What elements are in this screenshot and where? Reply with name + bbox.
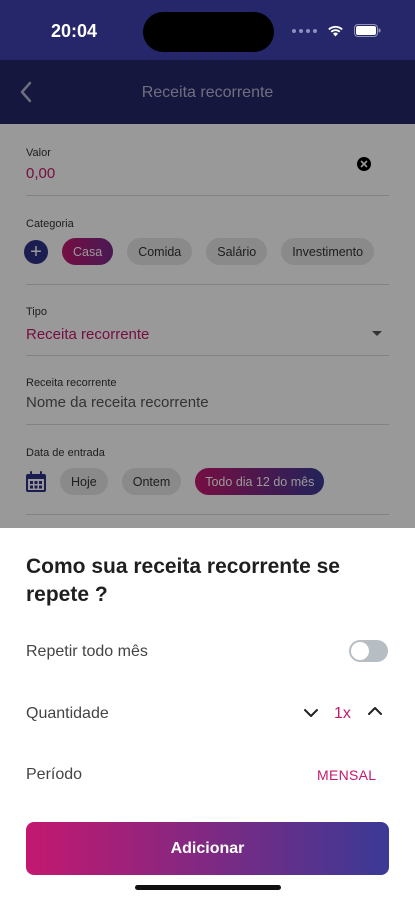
period-select[interactable]: MENSAL [317, 767, 376, 783]
repeat-bottom-sheet: Como sua receita recorrente se repete ? … [0, 528, 415, 900]
period-label: Período [26, 766, 83, 783]
status-time: 20:04 [51, 21, 98, 41]
modal-overlay[interactable] [0, 60, 415, 528]
home-indicator [135, 885, 281, 890]
repeat-toggle[interactable] [349, 640, 388, 662]
status-icons [292, 24, 381, 37]
chevron-down-icon[interactable] [302, 704, 320, 722]
signal-icon [292, 28, 317, 33]
toggle-knob [351, 642, 369, 660]
wifi-icon [328, 25, 343, 36]
status-bar: 20:04 [0, 0, 415, 60]
quantity-label: Quantidade [26, 705, 109, 722]
sheet-title: Como sua receita recorrente se repete ? [26, 555, 340, 606]
battery-icon [354, 24, 381, 37]
chevron-up-icon[interactable] [366, 702, 384, 720]
add-button[interactable]: Adicionar [26, 822, 389, 875]
repeat-label: Repetir todo mês [26, 643, 148, 660]
dynamic-island [143, 12, 274, 52]
quantity-value: 1x [334, 705, 351, 722]
